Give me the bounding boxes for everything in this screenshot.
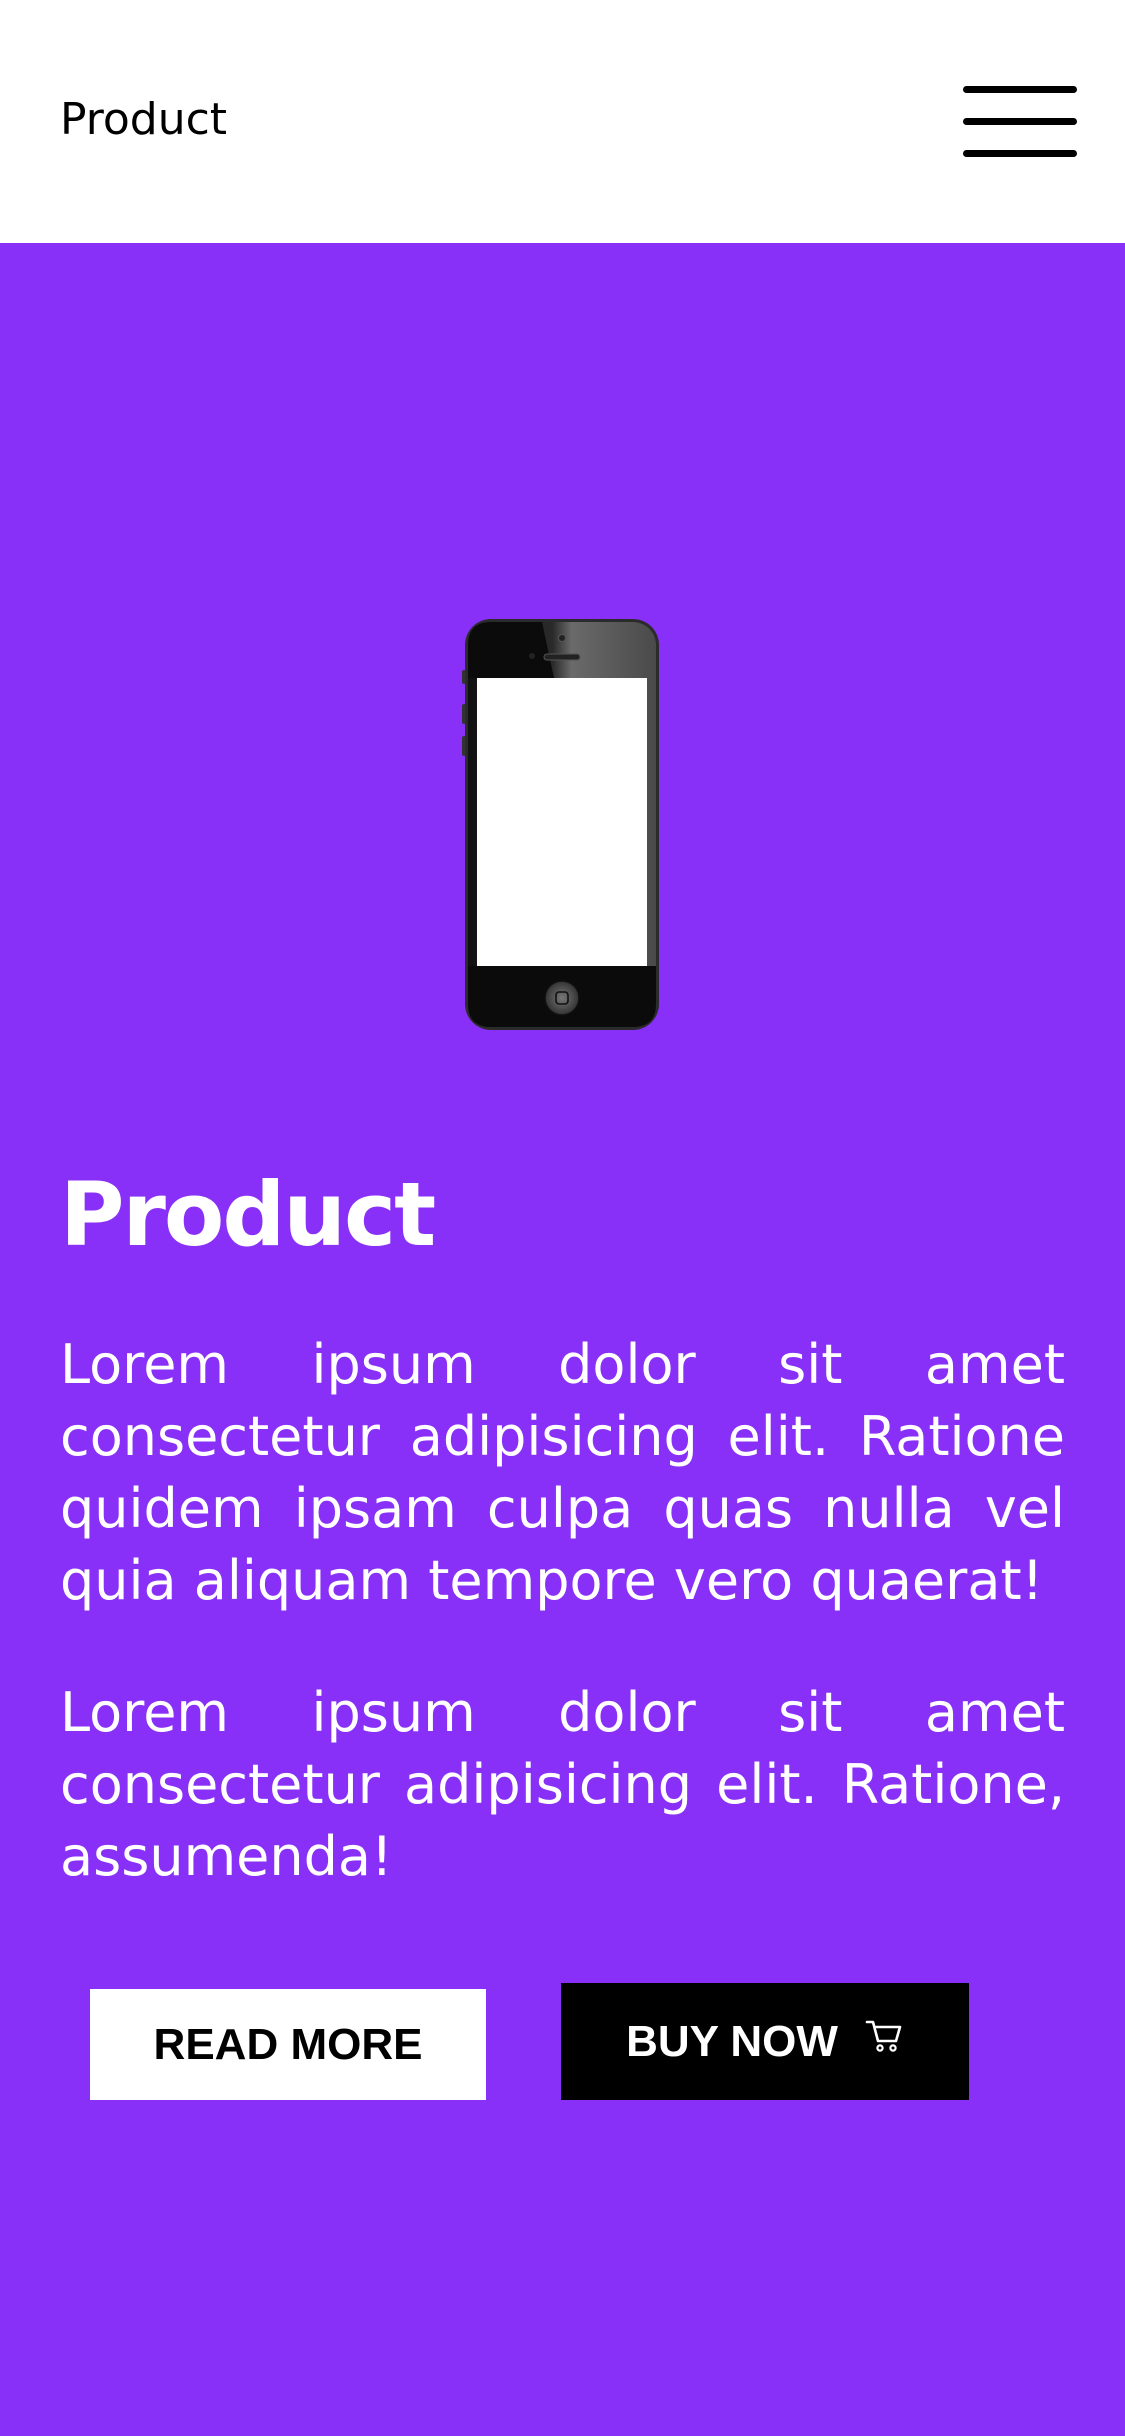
shopping-cart-icon — [865, 2020, 902, 2052]
brand-title[interactable]: Product — [60, 90, 227, 150]
product-title: Product — [60, 1163, 436, 1266]
buy-now-button[interactable]: BUY NOW — [561, 1983, 969, 2100]
smartphone-image — [462, 619, 659, 1030]
description-paragraph-2: Lorem ipsum dolor sit amet consectetur a… — [60, 1681, 1065, 1888]
read-more-label: READ MORE — [153, 2019, 423, 2069]
header: Product — [0, 0, 1125, 243]
read-more-button[interactable]: READ MORE — [90, 1989, 486, 2100]
hamburger-menu-icon[interactable] — [963, 86, 1077, 158]
description-paragraph-1: Lorem ipsum dolor sit amet consectetur a… — [60, 1333, 1065, 1612]
buy-now-label: BUY NOW — [626, 2016, 838, 2066]
